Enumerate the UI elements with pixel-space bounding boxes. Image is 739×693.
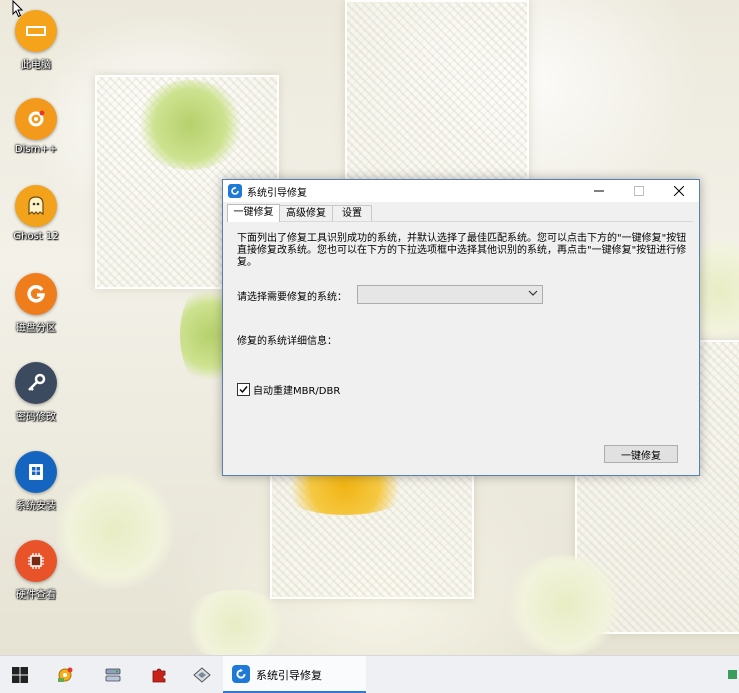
boot-repair-app-icon <box>228 184 242 198</box>
taskbar-dism-app[interactable] <box>52 656 78 693</box>
auto-rebuild-mbr-checkbox[interactable] <box>237 383 250 396</box>
minimize-button[interactable] <box>579 180 619 202</box>
window-titlebar[interactable]: 系统引导修复 <box>223 180 699 202</box>
taskbar: 系统引导修复 <box>0 655 739 693</box>
desktop-icon-label: 硬件查看 <box>16 590 56 601</box>
wallpaper-gift-box <box>345 0 529 194</box>
auto-rebuild-mbr-label: 自动重建MBR/DBR <box>253 386 341 397</box>
tab-advanced-repair[interactable]: 高级修复 <box>279 205 333 222</box>
desktop-icon-label: Dism++ <box>14 144 58 155</box>
taskbar-disk-tool[interactable] <box>100 656 126 693</box>
close-button[interactable] <box>659 180 699 202</box>
key-icon <box>15 362 57 404</box>
start-button[interactable] <box>8 656 32 693</box>
wallpaper-green-flower <box>135 80 245 170</box>
taskbar-app-label: 系统引导修复 <box>256 669 322 682</box>
minimize-icon <box>594 190 604 192</box>
wallpaper-white-flower <box>55 470 175 590</box>
wallpaper-white-flower <box>180 590 290 655</box>
system-select-label: 请选择需要修复的系统： <box>237 292 347 303</box>
maximize-icon <box>634 186 644 196</box>
desktop-icon-this-pc[interactable]: 此电脑 <box>6 10 66 71</box>
install-icon <box>15 451 57 493</box>
desktop-icon-partition[interactable]: 磁盘分区 <box>6 273 66 334</box>
desktop-icon-label: 磁盘分区 <box>16 323 56 334</box>
tab-settings[interactable]: 设置 <box>332 205 372 222</box>
taskbar-drive-tool[interactable] <box>189 656 215 693</box>
close-icon <box>674 186 684 196</box>
system-select-dropdown[interactable] <box>357 285 543 304</box>
disk-tool-icon <box>105 668 121 681</box>
desktop-icon-ghost[interactable]: Ghost 12 <box>6 185 66 242</box>
desktop-icon-password[interactable]: 密码修改 <box>6 362 66 423</box>
gear-icon <box>15 98 57 140</box>
dism-tray-icon <box>58 667 73 682</box>
tray-network-icon <box>728 670 737 679</box>
boot-repair-taskbar-icon <box>232 665 250 683</box>
checkmark-icon <box>239 386 248 394</box>
system-details-label: 修复的系统详细信息： <box>237 336 337 347</box>
windows-start-icon <box>12 666 28 683</box>
boot-repair-window: 系统引导修复 一键修复 高级修复 设置 下面列出了修复工具识别成功的系统，并默认… <box>222 179 700 476</box>
computer-icon <box>15 10 57 52</box>
tab-one-click-repair[interactable]: 一键修复 <box>227 204 280 222</box>
desktop-icon-hardware[interactable]: 硬件查看 <box>6 540 66 601</box>
partition-icon <box>15 273 57 315</box>
drive-tool-icon <box>193 666 211 683</box>
desktop-icon-label: Ghost 12 <box>13 231 59 242</box>
desktop-icon-dism[interactable]: Dism++ <box>6 98 66 155</box>
ghost-icon <box>15 185 57 227</box>
auto-rebuild-mbr-option[interactable]: 自动重建MBR/DBR <box>237 382 340 397</box>
chevron-down-icon <box>528 290 538 296</box>
tray-notification-area[interactable] <box>725 664 739 684</box>
desktop-icon-label: 密码修改 <box>16 412 56 423</box>
puzzle-tool-icon <box>152 668 166 682</box>
description-text: 下面列出了修复工具识别成功的系统，并默认选择了最佳匹配系统。您可以点击下方的"一… <box>237 233 687 268</box>
desktop-icon-label: 系统安装 <box>16 501 56 512</box>
wallpaper-white-flower <box>505 555 625 655</box>
taskbar-boot-repair-app[interactable]: 系统引导修复 <box>223 656 366 693</box>
desktop-icon-label: 此电脑 <box>21 60 51 71</box>
one-click-repair-button[interactable]: 一键修复 <box>604 445 678 463</box>
chip-icon <box>15 540 57 582</box>
one-click-repair-panel: 下面列出了修复工具识别成功的系统，并默认选择了最佳匹配系统。您可以点击下方的"一… <box>227 221 693 470</box>
maximize-button[interactable] <box>619 180 659 202</box>
window-title: 系统引导修复 <box>247 188 307 199</box>
taskbar-puzzle-tool[interactable] <box>146 656 172 693</box>
desktop-icon-install[interactable]: 系统安装 <box>6 451 66 512</box>
